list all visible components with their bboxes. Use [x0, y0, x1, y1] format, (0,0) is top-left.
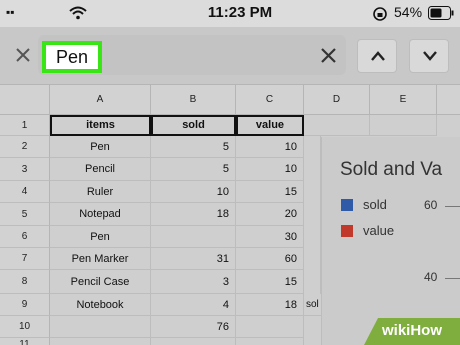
cell-sold[interactable]: [151, 226, 236, 248]
cell-sold[interactable]: 10: [151, 181, 236, 203]
cell-d1[interactable]: [304, 115, 370, 136]
battery-percentage: 54%: [394, 4, 423, 20]
cell-sold[interactable]: 5: [151, 158, 236, 181]
find-bar: Pen: [0, 27, 460, 85]
previous-match-button[interactable]: [357, 39, 397, 73]
row-header-8[interactable]: 8: [0, 270, 50, 294]
watermark-text: wikiHow: [382, 322, 443, 339]
battery-icon: [428, 6, 454, 20]
signal-indicator: ▪▪: [6, 5, 15, 19]
embedded-chart[interactable]: Sold and Va sold value 60 40: [321, 137, 460, 345]
legend-swatch-value: [341, 225, 353, 237]
cell-item[interactable]: Notebook: [50, 294, 151, 316]
cell-value[interactable]: 15: [236, 270, 304, 294]
close-icon[interactable]: [16, 48, 30, 62]
cell-item[interactable]: [50, 316, 151, 338]
orientation-lock-icon: [373, 7, 387, 21]
y-tick-line: [445, 278, 460, 279]
cell-item[interactable]: Ruler: [50, 181, 151, 203]
row-header-7[interactable]: 7: [0, 248, 50, 270]
cell-value[interactable]: 20: [236, 203, 304, 226]
cell-value[interactable]: 30: [236, 226, 304, 248]
column-header-a[interactable]: A: [50, 85, 151, 115]
cell-item[interactable]: Notepad: [50, 203, 151, 226]
column-header-b[interactable]: B: [151, 85, 236, 115]
cell-item[interactable]: Pencil Case: [50, 270, 151, 294]
cell-item[interactable]: Pen: [50, 136, 151, 158]
status-bar: ▪▪ 11:23 PM 54%: [0, 0, 460, 27]
empty-column-d[interactable]: [304, 136, 321, 294]
legend-label-sold: sold: [363, 197, 387, 212]
cell-item[interactable]: Pen Marker: [50, 248, 151, 270]
legend-swatch-sold: [341, 199, 353, 211]
search-value-highlight[interactable]: Pen: [42, 41, 102, 73]
column-header-row: A B C D E: [0, 85, 460, 115]
cell-item[interactable]: Pen: [50, 226, 151, 248]
cell-sold[interactable]: 18: [151, 203, 236, 226]
next-match-button[interactable]: [409, 39, 449, 73]
header-cell-value[interactable]: value: [236, 115, 304, 136]
row-header-10[interactable]: 10: [0, 316, 50, 338]
cell-c11[interactable]: [236, 338, 304, 345]
cell-e1[interactable]: [370, 115, 437, 136]
row-header-4[interactable]: 4: [0, 181, 50, 203]
row-header-1[interactable]: 1: [0, 115, 50, 136]
y-tick-label: 40: [424, 270, 438, 284]
cell-sold[interactable]: 5: [151, 136, 236, 158]
row-header-6[interactable]: 6: [0, 226, 50, 248]
cell-sold[interactable]: 3: [151, 270, 236, 294]
cell-value[interactable]: [236, 316, 304, 338]
chart-title: Sold and Va: [340, 159, 443, 180]
cell-sold[interactable]: 31: [151, 248, 236, 270]
cell-sold[interactable]: 4: [151, 294, 236, 316]
cell-value[interactable]: 60: [236, 248, 304, 270]
column-header-c[interactable]: C: [236, 85, 304, 115]
chevron-down-icon: [423, 51, 437, 61]
cell-a11[interactable]: [50, 338, 151, 345]
y-tick-label: 60: [424, 198, 438, 212]
row-header-2[interactable]: 2: [0, 136, 50, 158]
select-all-corner[interactable]: [0, 85, 50, 115]
cell-value[interactable]: 10: [236, 136, 304, 158]
cell-value[interactable]: 10: [236, 158, 304, 181]
row-header-3[interactable]: 3: [0, 158, 50, 181]
cell-sold-total[interactable]: 76: [151, 316, 236, 338]
column-header-d[interactable]: D: [304, 85, 370, 115]
row-header-11[interactable]: 11: [0, 338, 50, 345]
chevron-up-icon: [371, 51, 385, 61]
y-tick-line: [445, 206, 460, 207]
row-header-9[interactable]: 9: [0, 294, 50, 316]
cell-item[interactable]: Pencil: [50, 158, 151, 181]
header-cell-items[interactable]: items: [50, 115, 151, 136]
clear-search-icon[interactable]: [321, 48, 336, 63]
legend-label-value: value: [363, 223, 395, 238]
clock: 11:23 PM: [207, 4, 273, 21]
cell-value[interactable]: 18: [236, 294, 304, 316]
cell-b11[interactable]: [151, 338, 236, 345]
header-cell-sold[interactable]: sold: [151, 115, 236, 136]
cell-value[interactable]: 15: [236, 181, 304, 203]
column-header-e[interactable]: E: [370, 85, 437, 115]
row-header-5[interactable]: 5: [0, 203, 50, 226]
wifi-icon: [69, 6, 87, 20]
